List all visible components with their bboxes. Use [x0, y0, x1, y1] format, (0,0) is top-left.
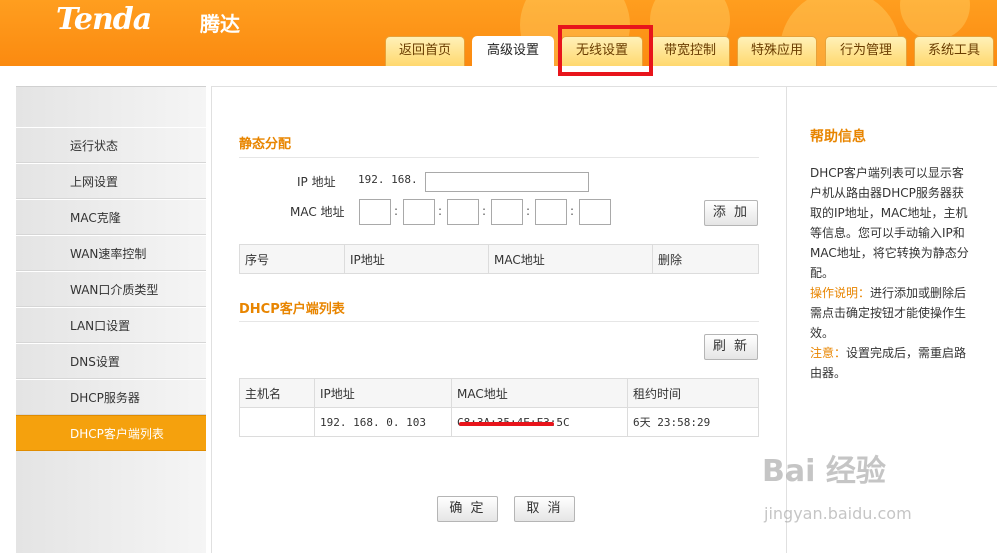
main-panel: 静态分配 IP 地址 192. 168. 0. MAC 地址 : : : : :…: [211, 86, 786, 553]
sidebar-item-wan-medium[interactable]: WAN口介质类型: [16, 271, 206, 307]
refresh-button[interactable]: 刷 新: [704, 334, 758, 360]
mac-separator: :: [570, 204, 575, 218]
highlight-box: [558, 25, 653, 76]
ip-last-octet-input[interactable]: [425, 172, 589, 192]
mac-separator: :: [394, 204, 399, 218]
help-op-label: 操作说明：: [810, 286, 871, 300]
mac-field-3[interactable]: [447, 199, 479, 225]
column-header: MAC地址: [451, 378, 628, 408]
mac-field-5[interactable]: [535, 199, 567, 225]
sidebar: 运行状态 上网设置 MAC克隆 WAN速率控制 WAN口介质类型 LAN口设置 …: [16, 86, 206, 553]
divider: [239, 321, 759, 322]
tab-special-apps[interactable]: 特殊应用: [737, 36, 817, 66]
brand-logo-cn: 腾达: [200, 12, 240, 36]
tab-system-tools[interactable]: 系统工具: [914, 36, 994, 66]
mac-field-2[interactable]: [403, 199, 435, 225]
cell-ip: 192. 168. 0. 103: [314, 407, 452, 437]
tab-advanced-settings[interactable]: 高级设置: [472, 36, 554, 66]
mac-separator: :: [526, 204, 531, 218]
column-header: 主机名: [239, 378, 315, 408]
sidebar-item-dns[interactable]: DNS设置: [16, 343, 206, 379]
sidebar-item-status[interactable]: 运行状态: [16, 127, 206, 163]
confirm-button[interactable]: 确 定: [437, 496, 498, 522]
mac-field-6[interactable]: [579, 199, 611, 225]
column-header: 删除: [652, 244, 759, 274]
watermark-url: jingyan.baidu.com: [764, 504, 912, 523]
divider: [239, 157, 759, 158]
mac-label: MAC 地址: [290, 205, 345, 219]
column-header: 租约时间: [627, 378, 759, 408]
help-text: DHCP客户端列表可以显示客户机从路由器DHCP服务器获取的IP地址，MAC地址…: [810, 163, 975, 383]
cell-hostname: [239, 407, 315, 437]
ip-label: IP 地址: [297, 175, 336, 189]
help-body: DHCP客户端列表可以显示客户机从路由器DHCP服务器获取的IP地址，MAC地址…: [810, 166, 969, 280]
column-header: IP地址: [314, 378, 452, 408]
tab-bandwidth-control[interactable]: 带宽控制: [650, 36, 730, 66]
sidebar-item-lan[interactable]: LAN口设置: [16, 307, 206, 343]
sidebar-item-dhcp-server[interactable]: DHCP服务器: [16, 379, 206, 415]
static-table: 序号 IP地址 MAC地址 删除: [239, 244, 759, 274]
column-header: IP地址: [344, 244, 489, 274]
tab-behavior-management[interactable]: 行为管理: [825, 36, 907, 66]
mac-separator: :: [482, 204, 487, 218]
sidebar-item-dhcp-clients[interactable]: DHCP客户端列表: [16, 415, 206, 451]
redaction-line: [459, 422, 554, 426]
static-section-title: 静态分配: [239, 137, 292, 152]
table-header-row: 序号 IP地址 MAC地址 删除: [239, 244, 759, 274]
mac-separator: :: [438, 204, 443, 218]
sidebar-item-internet[interactable]: 上网设置: [16, 163, 206, 199]
brand-logo: Tenda: [56, 2, 152, 37]
dhcp-client-table: 主机名 IP地址 MAC地址 租约时间 192. 168. 0. 103 C8:…: [239, 378, 759, 437]
table-header-row: 主机名 IP地址 MAC地址 租约时间: [239, 378, 759, 408]
watermark-logo: Bai 经验: [762, 454, 886, 489]
add-button[interactable]: 添 加: [704, 200, 758, 226]
top-header: Tenda 腾达 返回首页 高级设置 无线设置 带宽控制 特殊应用 行为管理 系…: [0, 0, 997, 66]
column-header: MAC地址: [488, 244, 653, 274]
header-decoration: [900, 0, 970, 40]
dhcp-section-title: DHCP客户端列表: [239, 302, 345, 317]
sidebar-item-mac-clone[interactable]: MAC克隆: [16, 199, 206, 235]
cell-lease: 6天 23:58:29: [627, 407, 759, 437]
mac-field-1[interactable]: [359, 199, 391, 225]
tab-home[interactable]: 返回首页: [385, 36, 465, 66]
sidebar-item-wan-rate[interactable]: WAN速率控制: [16, 235, 206, 271]
column-header: 序号: [239, 244, 345, 274]
help-note-label: 注意：: [810, 346, 847, 360]
cancel-button[interactable]: 取 消: [514, 496, 575, 522]
help-title: 帮助信息: [810, 129, 866, 145]
mac-field-4[interactable]: [491, 199, 523, 225]
